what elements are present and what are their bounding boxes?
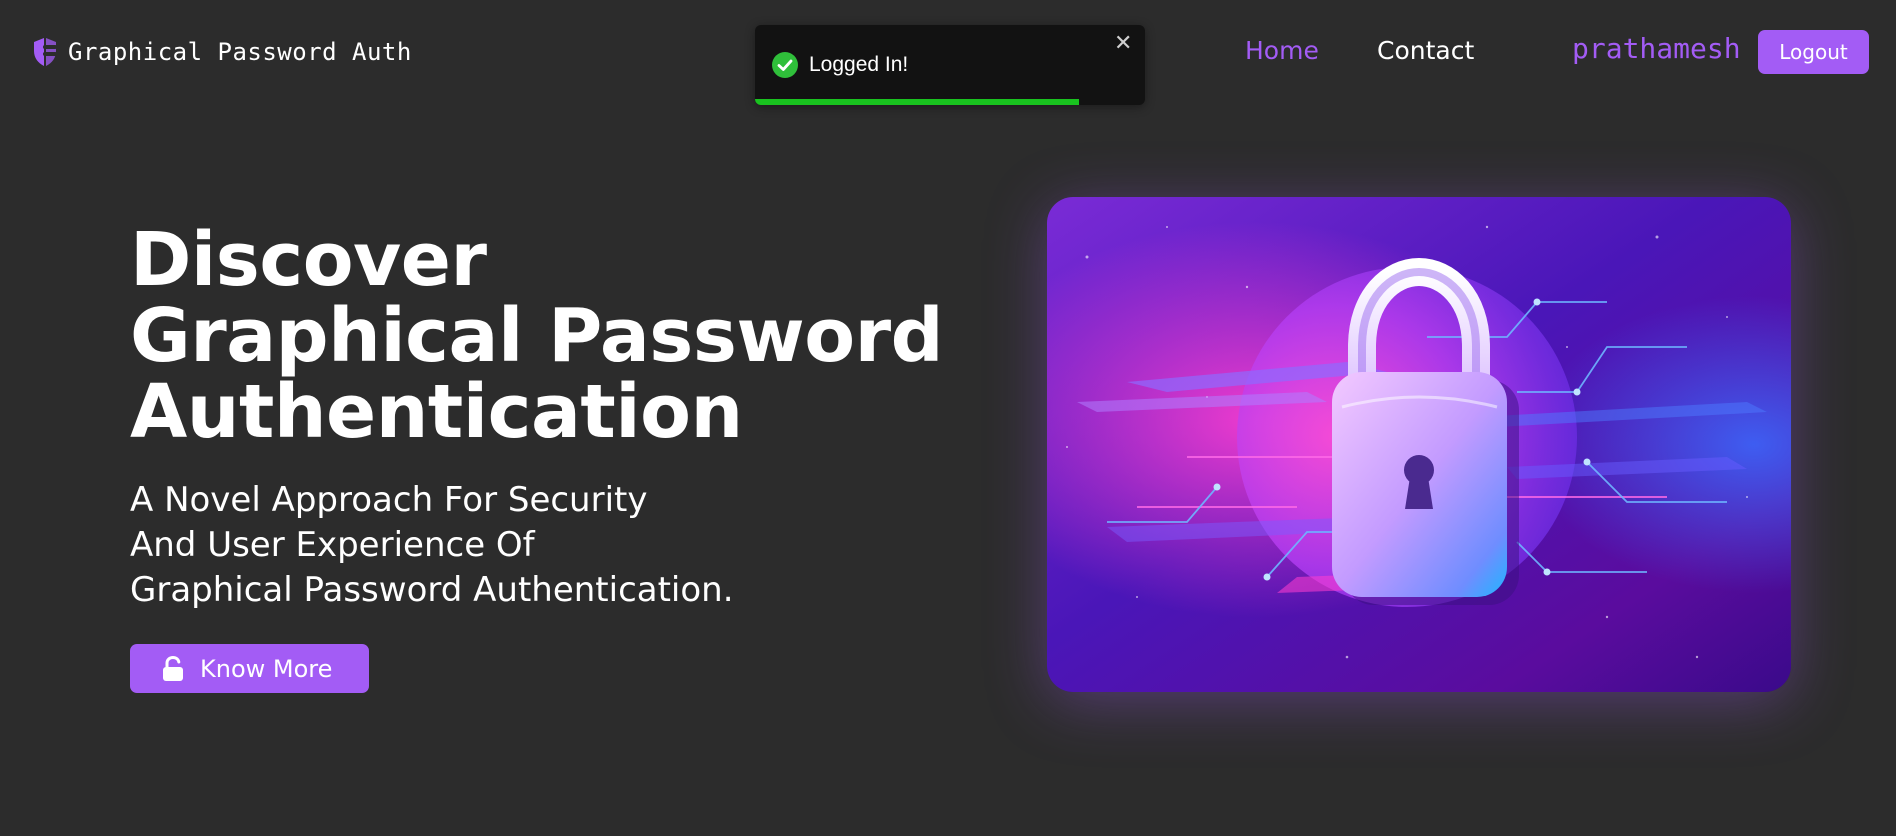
check-circle-icon: [772, 52, 798, 78]
nav-contact-link[interactable]: Contact: [1377, 36, 1474, 65]
hero-subtitle-line: A Novel Approach For Security: [130, 480, 648, 520]
hero-title-line: Discover: [130, 217, 487, 303]
hero-subtitle-line: Graphical Password Authentication.: [130, 570, 734, 610]
brand-title: Graphical Password Auth: [68, 38, 412, 66]
nav-home-link[interactable]: Home: [1245, 36, 1319, 65]
brand[interactable]: Graphical Password Auth: [30, 36, 412, 68]
toast-message: Logged In!: [809, 53, 909, 76]
logout-button[interactable]: Logout: [1758, 30, 1869, 74]
toast-progress-bar: [755, 99, 1079, 105]
know-more-label: Know More: [200, 654, 333, 683]
unlock-icon: [163, 655, 183, 681]
toast-notification: Logged In! ✕: [755, 25, 1145, 105]
hero-title: Discover Graphical Password Authenticati…: [130, 217, 944, 455]
padlock-illustration: [1047, 197, 1791, 692]
shield-key-icon: [34, 38, 57, 66]
hero-subtitle: A Novel Approach For Security And User E…: [130, 478, 734, 613]
toast-progress-track: [755, 99, 1145, 105]
hero-title-line: Graphical Password: [130, 293, 944, 379]
know-more-button[interactable]: Know More: [130, 644, 369, 693]
close-icon[interactable]: ✕: [1114, 33, 1132, 55]
hero-subtitle-line: And User Experience Of: [130, 525, 535, 565]
hero-title-line: Authentication: [130, 369, 743, 455]
username-label: prathamesh: [1572, 32, 1741, 65]
